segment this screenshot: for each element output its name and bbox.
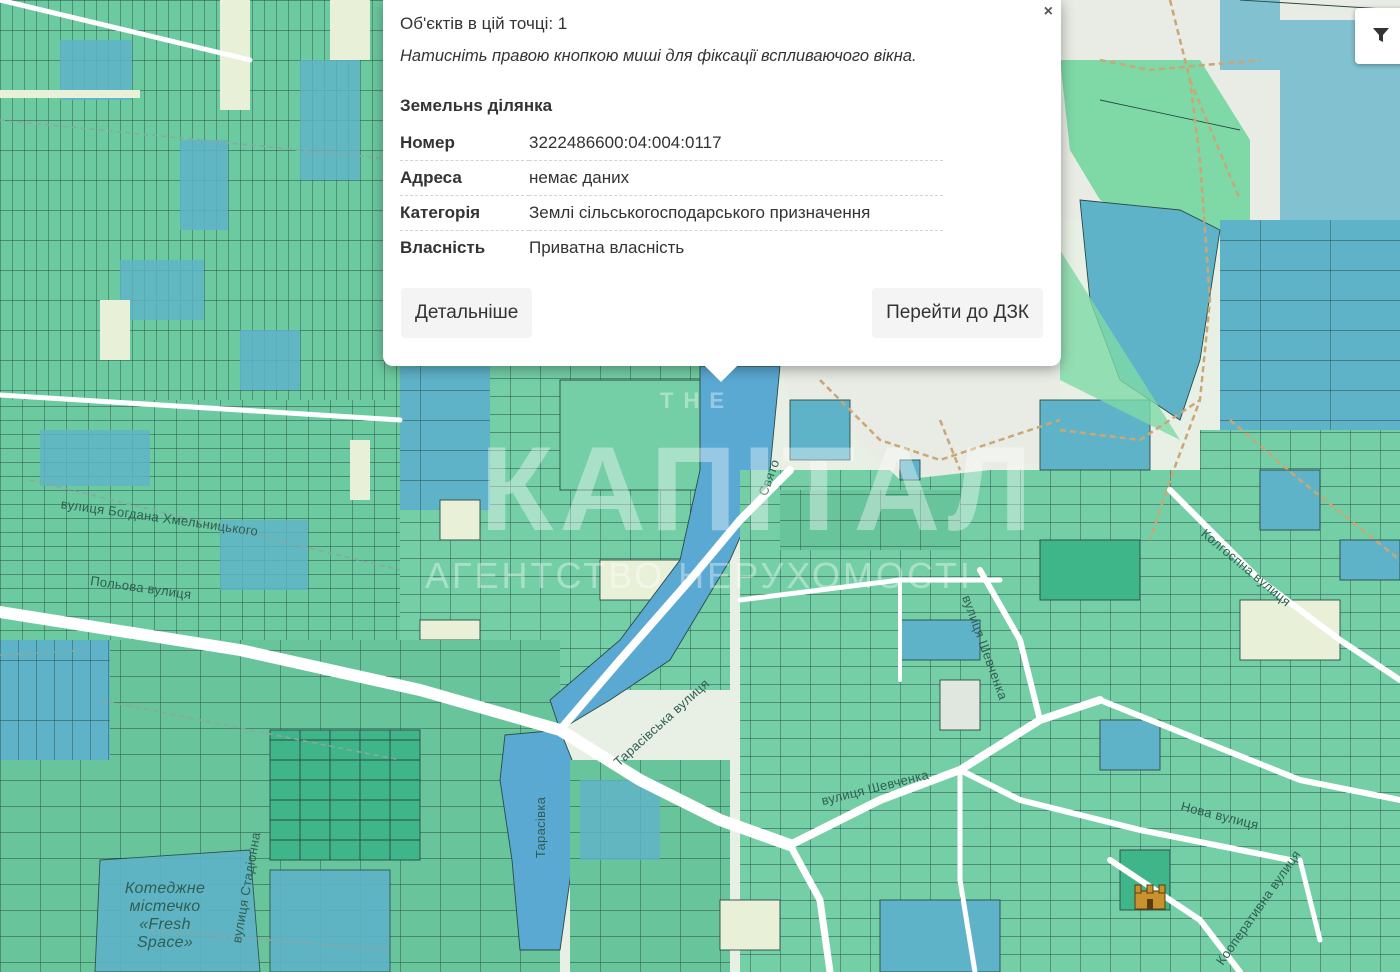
- watermark-subtitle: АГЕНТСТВО НЕРУХОМОСТІ: [425, 555, 973, 596]
- place-label: Котеджне містечко «Fresh Space»: [124, 880, 206, 951]
- goto-dzk-button[interactable]: Перейти до ДЗК: [872, 288, 1043, 338]
- street-label: Тарасівка: [533, 796, 549, 859]
- parcel-attributes: Номер 3222486600:04:004:0117 Адреса нема…: [400, 126, 943, 265]
- filter-icon: [1373, 28, 1389, 42]
- attr-label: Номер: [400, 126, 529, 161]
- attr-label: Категорія: [400, 195, 529, 231]
- attr-value: Приватна власність: [529, 238, 685, 257]
- popup-pointer: [703, 364, 739, 382]
- filter-button[interactable]: [1355, 8, 1400, 64]
- objects-count: Об'єктів в цій точці: 1: [400, 14, 568, 33]
- popup-hint: Натисніть правою кнопкою миші для фіксац…: [400, 47, 917, 65]
- attr-value: немає даних: [529, 160, 943, 196]
- parcel-popup: × Об'єктів в цій точці: 1 Натисніть прав…: [383, 0, 1061, 382]
- watermark-top: THE: [660, 388, 734, 413]
- details-button[interactable]: Детальніше: [401, 288, 533, 338]
- attr-label: Адреса: [400, 160, 529, 196]
- watermark-logo: КАПІТАЛ: [480, 422, 1038, 556]
- attr-value: 3222486600:04:004:0117: [529, 126, 943, 161]
- section-title: Земельнs ділянка: [400, 96, 553, 115]
- attr-row-category: Категорія Землі сільськогосподарського п…: [400, 195, 943, 231]
- castle-icon: [1134, 884, 1166, 910]
- attr-row-number: Номер 3222486600:04:004:0117: [400, 126, 943, 161]
- attr-label: Власність: [400, 238, 486, 257]
- attr-row-address: Адреса немає даних: [400, 160, 943, 196]
- attr-value: Землі сільськогосподарського призначення: [529, 195, 943, 231]
- attr-row-ownership: Власність Приватна власність: [400, 231, 943, 266]
- close-icon[interactable]: ×: [1044, 2, 1053, 22]
